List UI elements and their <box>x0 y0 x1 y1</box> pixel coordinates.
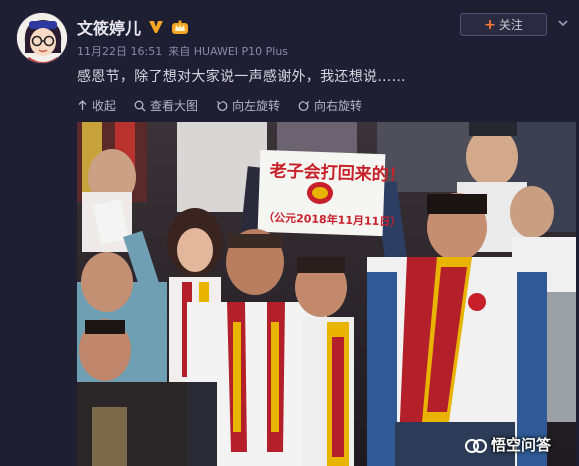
member-crown-icon[interactable] <box>171 18 189 36</box>
user-avatar[interactable] <box>16 12 68 64</box>
follow-label: 关注 <box>498 18 523 32</box>
post-meta: 11月22日 16:51 来自 HUAWEI P10 Plus <box>77 43 288 59</box>
watermark-text: 悟空问答 <box>491 436 552 454</box>
rotate-right-label: 向右旋转 <box>314 99 363 113</box>
magnifier-icon <box>134 100 146 111</box>
post-header: 文筱婷儿 11月22日 16:51 来自 HUAWEI P10 Plus + 关… <box>0 0 579 118</box>
post-text: 感恩节，除了想对大家说一声感谢外，我还想说…… <box>77 69 406 85</box>
rotate-right-icon <box>298 100 310 111</box>
rotate-left-button[interactable]: 向左旋转 <box>216 97 280 114</box>
user-name-row: 文筱婷儿 <box>77 16 189 38</box>
plus-icon: + <box>484 16 496 33</box>
verified-badge-icon <box>147 18 165 36</box>
view-large-button[interactable]: 查看大图 <box>134 97 198 114</box>
image-toolbar: 收起 查看大图 向左旋转 向右旋转 <box>77 97 362 114</box>
arrow-up-icon <box>78 100 87 110</box>
view-large-label: 查看大图 <box>150 99 199 113</box>
collapse-label: 收起 <box>92 99 117 113</box>
watermark: 悟空问答 <box>465 434 551 455</box>
post-time[interactable]: 11月22日 16:51 <box>77 43 162 59</box>
stadium-fans-photo: 老子会打回来的！ （公元2018年11月11日） <box>77 122 576 466</box>
wukong-logo-icon <box>465 438 487 453</box>
rotate-left-icon <box>216 100 228 111</box>
post-source: 来自 HUAWEI P10 Plus <box>168 45 289 58</box>
chevron-down-icon[interactable] <box>557 18 569 28</box>
rotate-left-label: 向左旋转 <box>232 99 281 113</box>
follow-button[interactable]: + 关注 <box>460 13 547 36</box>
avatar-illustration <box>17 13 67 63</box>
collapse-button[interactable]: 收起 <box>77 97 116 114</box>
username[interactable]: 文筱婷儿 <box>77 15 141 39</box>
post-photo[interactable]: 老子会打回来的！ （公元2018年11月11日） <box>77 122 576 466</box>
rotate-right-button[interactable]: 向右旋转 <box>298 97 362 114</box>
